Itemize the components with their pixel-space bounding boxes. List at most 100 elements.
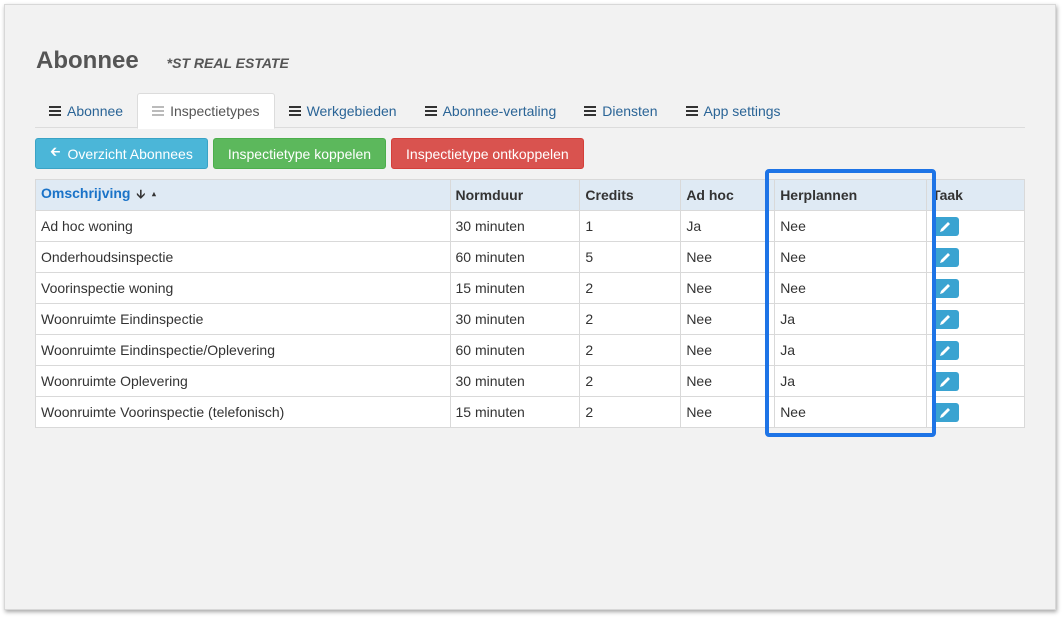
overview-subscribers-button[interactable]: 🡰 Overzicht Abonnees	[35, 138, 208, 169]
pencil-icon	[940, 345, 951, 356]
cell-credits: 2	[579, 303, 682, 335]
link-inspectiontype-button[interactable]: Inspectietype koppelen	[212, 138, 387, 169]
edit-button[interactable]	[932, 278, 960, 298]
pencil-icon	[940, 221, 951, 232]
cell-normduur: 60 minuten	[449, 241, 581, 273]
tab-inspectietypes[interactable]: Inspectietypes	[137, 93, 275, 129]
cell-credits: 2	[579, 334, 682, 366]
cell-herplannen: Ja	[774, 303, 928, 335]
pencil-icon	[940, 376, 951, 387]
cell-credits: 2	[579, 365, 682, 397]
table-header-row: Omschrijving 🡫 ▴ Normduur Credits Ad hoc …	[35, 179, 1025, 211]
cell-herplannen: Ja	[774, 365, 928, 397]
tab-werkgebieden[interactable]: Werkgebieden	[275, 93, 411, 128]
cell-credits: 1	[579, 210, 682, 242]
cell-omschrijving: Voorinspectie woning	[35, 272, 451, 304]
table-row: Woonruimte Eindinspectie 30 minuten 2 Nee Ja	[35, 303, 1025, 335]
overview-label: Overzicht Abonnees	[67, 145, 193, 162]
edit-button[interactable]	[932, 216, 960, 236]
cell-credits: 5	[579, 241, 682, 273]
cell-adhoc: Nee	[680, 303, 776, 335]
cell-taak	[926, 241, 1025, 273]
pencil-icon	[940, 283, 951, 294]
list-icon	[288, 105, 301, 116]
cell-taak	[926, 272, 1025, 304]
list-icon	[584, 105, 597, 116]
list-icon	[49, 105, 61, 116]
cell-taak	[926, 210, 1025, 242]
cell-herplannen: Nee	[774, 396, 928, 428]
cell-omschrijving: Woonruimte Eindinspectie	[35, 303, 451, 335]
header-label: Normduur	[455, 187, 524, 203]
cell-adhoc: Nee	[680, 365, 776, 397]
cell-adhoc: Nee	[680, 334, 776, 366]
arrow-left-icon: 🡰	[50, 143, 61, 159]
cell-omschrijving: Onderhoudsinspectie	[35, 241, 451, 273]
column-header-herplannen[interactable]: Herplannen	[774, 179, 928, 211]
cell-omschrijving: Woonruimte Oplevering	[35, 365, 451, 397]
cell-taak	[926, 396, 1025, 428]
cell-adhoc: Nee	[680, 272, 776, 304]
column-header-normduur[interactable]: Normduur	[449, 179, 581, 211]
table-row: Woonruimte Voorinspectie (telefonisch) 15…	[35, 396, 1025, 428]
edit-button[interactable]	[932, 309, 960, 329]
cell-normduur: 30 minuten	[449, 210, 581, 242]
cell-omschrijving: Ad hoc woning	[35, 210, 451, 242]
list-icon	[424, 105, 437, 116]
column-header-taak: Taak	[926, 179, 1025, 211]
cell-normduur: 15 minuten	[449, 396, 581, 428]
unlink-inspectiontype-button[interactable]: Inspectietype ontkoppelen	[391, 138, 584, 169]
cell-taak	[926, 365, 1025, 397]
sort-icon[interactable]: 🡫 ▴	[136, 187, 156, 201]
cell-normduur: 30 minuten	[449, 303, 581, 335]
cell-adhoc: Ja	[680, 210, 776, 242]
tab-diensten[interactable]: Diensten	[570, 93, 671, 128]
column-header-credits[interactable]: Credits	[579, 179, 682, 211]
cell-taak	[926, 303, 1025, 335]
table-row: Voorinspectie woning 15 minuten 2 Nee Nee	[35, 272, 1025, 304]
pencil-icon	[940, 314, 951, 325]
link-label: Inspectietype koppelen	[227, 145, 372, 162]
header-label: Credits	[585, 187, 634, 203]
column-header-omschrijving[interactable]: Omschrijving 🡫 ▴	[35, 179, 451, 211]
tab-label: App settings	[703, 102, 781, 119]
header-label: Omschrijving	[41, 184, 131, 201]
title-row: Abonnee *ST REAL ESTATE	[36, 47, 289, 77]
pencil-icon	[940, 252, 951, 263]
table-row: Ad hoc woning 30 minuten 1 Ja Nee	[35, 210, 1025, 242]
cell-taak	[926, 334, 1025, 366]
tab-label: Abonnee	[67, 102, 124, 119]
edit-button[interactable]	[932, 371, 960, 391]
inspection-types-table: Omschrijving 🡫 ▴ Normduur Credits Ad hoc …	[35, 179, 1025, 428]
cell-herplannen: Nee	[774, 241, 928, 273]
tab-label: Abonnee-vertaling	[442, 102, 557, 119]
header-label: Ad hoc	[686, 187, 734, 203]
cell-credits: 2	[579, 272, 682, 304]
tab-label: Diensten	[602, 102, 658, 119]
cell-herplannen: Nee	[774, 210, 928, 242]
cell-adhoc: Nee	[680, 396, 776, 428]
tab-abonnee[interactable]: Abonnee	[35, 93, 137, 128]
page-subtitle: *ST REAL ESTATE	[166, 55, 289, 71]
cell-herplannen: Ja	[774, 334, 928, 366]
action-buttons: 🡰 Overzicht Abonnees Inspectietype koppel…	[35, 138, 584, 169]
page-title: Abonnee	[36, 47, 139, 74]
tab-bar: Abonnee Inspectietypes Werkgebieden Abon…	[35, 93, 1025, 129]
edit-button[interactable]	[932, 402, 960, 422]
tab-abonnee-vertaling[interactable]: Abonnee-vertaling	[411, 93, 571, 128]
cell-adhoc: Nee	[680, 241, 776, 273]
cell-normduur: 15 minuten	[449, 272, 581, 304]
column-header-adhoc[interactable]: Ad hoc	[680, 179, 776, 211]
cell-omschrijving: Woonruimte Voorinspectie (telefonisch)	[35, 396, 451, 428]
pencil-icon	[940, 407, 951, 418]
edit-button[interactable]	[932, 340, 960, 360]
tab-app-settings[interactable]: App settings	[672, 93, 795, 128]
unlink-label: Inspectietype ontkoppelen	[406, 145, 569, 162]
header-label: Herplannen	[780, 187, 858, 203]
edit-button[interactable]	[932, 247, 960, 267]
table-row: Woonruimte Eindinspectie/Oplevering 60 mi…	[35, 334, 1025, 366]
cell-credits: 2	[579, 396, 682, 428]
tab-label: Werkgebieden	[306, 102, 397, 119]
header-label: Taak	[932, 187, 963, 203]
cell-omschrijving: Woonruimte Eindinspectie/Oplevering	[35, 334, 451, 366]
